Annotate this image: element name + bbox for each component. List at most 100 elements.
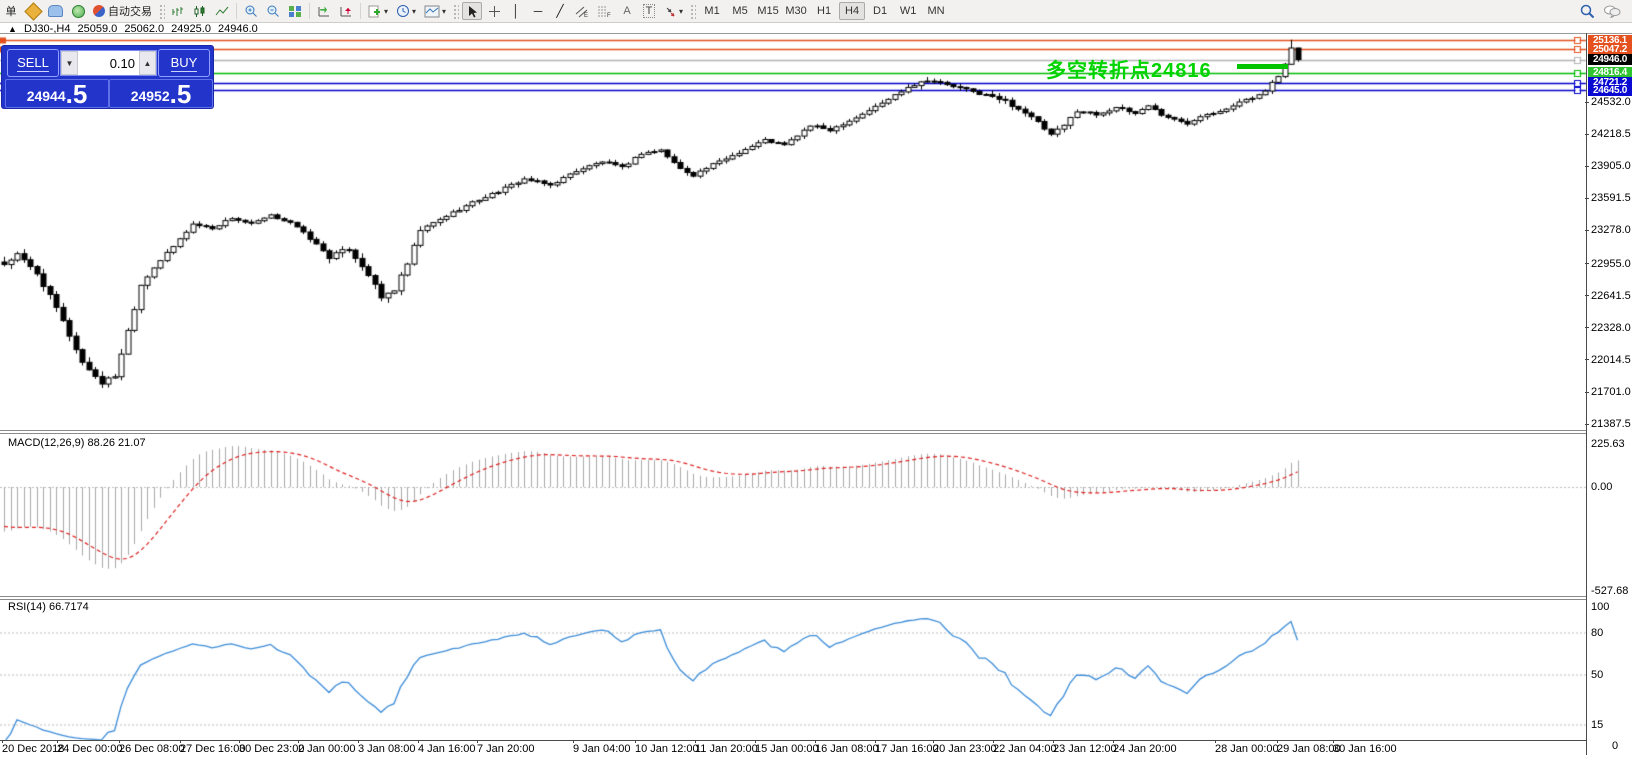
new-order-button[interactable]: 单 <box>1 2 21 20</box>
tile-windows-button[interactable] <box>285 2 305 20</box>
timeframe-button-m30[interactable]: M30 <box>783 2 809 20</box>
timeframe-button-h4[interactable]: H4 <box>839 2 866 20</box>
signals-button[interactable] <box>68 2 88 20</box>
toolbar-grip2[interactable] <box>452 3 460 19</box>
time-axis-label: 4 Jan 16:00 <box>418 743 476 755</box>
periods-caret-icon: ▾ <box>412 6 417 16</box>
price-tick-label: 22641.5 <box>1591 289 1631 302</box>
volume-up-icon: ▲ <box>143 58 152 68</box>
text-tool-button[interactable]: A <box>617 2 637 20</box>
channel-button[interactable]: E <box>572 2 592 20</box>
bid-quote-button[interactable]: 24944.5 <box>5 79 109 108</box>
time-tick-mark <box>1277 740 1278 743</box>
price-line-label: 24645.0 <box>1588 84 1632 96</box>
price-tick-label: 23278.0 <box>1591 224 1631 237</box>
chart-top-border <box>0 33 1632 34</box>
price-tick-label: 24218.5 <box>1591 128 1631 141</box>
trendline-button[interactable]: ╱ <box>550 2 570 20</box>
line-chart-button[interactable] <box>212 2 232 20</box>
chart-shift-button[interactable] <box>336 2 356 20</box>
price-axis-line <box>1586 33 1587 755</box>
volume-spinner: ▼ ▲ <box>60 50 157 76</box>
tile-windows-icon <box>289 5 301 17</box>
buy-button[interactable]: BUY <box>158 49 210 77</box>
candlestick-button[interactable] <box>190 2 210 20</box>
time-axis-label: 22 Jan 04:00 <box>993 743 1057 755</box>
time-axis-label: 15 Jan 00:00 <box>755 743 819 755</box>
label-tool-button[interactable]: T <box>639 2 659 20</box>
svg-text:F: F <box>607 13 611 18</box>
arrows-tool-button[interactable]: ▾ <box>661 2 686 20</box>
trendline-icon: ╱ <box>556 4 564 18</box>
timeframe-button-m5[interactable]: M5 <box>727 2 753 20</box>
time-tick-mark <box>1215 740 1216 743</box>
sell-button[interactable]: SELL <box>7 49 59 77</box>
time-axis-label: 26 Dec 08:00 <box>119 743 185 755</box>
bar-chart-icon <box>172 6 183 16</box>
toolbar: 单 自动交易 ▾ ▾ ▾ │ ─ ╱ E F A T ▾ M1 M5 M15 M30 H… <box>0 0 1632 23</box>
time-tick-mark <box>180 740 181 743</box>
chat-icon <box>1604 5 1621 18</box>
autotrading-button[interactable]: 自动交易 <box>90 2 155 20</box>
indicators-add-icon <box>368 5 380 17</box>
zoom-out-button[interactable] <box>263 2 283 20</box>
text-tool-icon: A <box>623 5 631 17</box>
timeframe-button-d1[interactable]: D1 <box>867 2 893 20</box>
time-tick-mark <box>1053 740 1054 743</box>
indicators-caret-icon: ▾ <box>384 6 389 16</box>
news-button[interactable] <box>45 2 66 20</box>
svg-text:E: E <box>584 13 588 18</box>
chart-canvas[interactable] <box>0 0 1632 763</box>
timeframe-button-m1[interactable]: M1 <box>699 2 725 20</box>
annotation-text[interactable]: 多空转折点24816 <box>1046 54 1212 83</box>
ask-quote-button[interactable]: 24952.5 <box>109 79 213 108</box>
news-icon <box>48 5 63 17</box>
horizontal-line-button[interactable]: ─ <box>528 2 548 20</box>
time-axis-label: 2 Jan 00:00 <box>298 743 356 755</box>
indicators-button[interactable]: ▾ <box>365 2 391 20</box>
vertical-line-button[interactable]: │ <box>506 2 526 20</box>
time-tick-mark <box>1333 740 1334 743</box>
volume-input[interactable] <box>78 51 139 75</box>
macd-pane-separator[interactable] <box>0 430 1586 434</box>
time-axis-label: 9 Jan 04:00 <box>573 743 631 755</box>
chat-button[interactable] <box>1600 2 1624 20</box>
zoom-in-button[interactable] <box>241 2 261 20</box>
timeframe-button-w1[interactable]: W1 <box>895 2 921 20</box>
arrows-caret-icon: ▾ <box>679 6 684 16</box>
timeframe-button-mn[interactable]: MN <box>923 2 949 20</box>
timeframe-button-h1[interactable]: H1 <box>811 2 837 20</box>
price-tick-label: 22955.0 <box>1591 257 1631 270</box>
time-tick-mark <box>815 740 816 743</box>
time-tick-mark <box>358 740 359 743</box>
candlestick-icon <box>194 5 205 17</box>
macd-tick-label: 225.63 <box>1591 438 1625 450</box>
toolbar-grip[interactable] <box>158 3 165 19</box>
templates-button[interactable]: ▾ <box>421 2 449 20</box>
toolbar-grip3[interactable] <box>689 3 697 19</box>
time-axis-label: 30 Jan 16:00 <box>1333 743 1397 755</box>
volume-decrease-button[interactable]: ▼ <box>61 51 78 75</box>
annotation-line-segment[interactable] <box>1237 64 1288 69</box>
fibonacci-icon: F <box>598 6 611 18</box>
rsi-zero-label: 0 <box>1612 740 1619 752</box>
mql5-button[interactable] <box>23 1 43 21</box>
time-tick-mark <box>239 740 240 743</box>
bar-chart-button[interactable] <box>168 2 188 20</box>
volume-increase-button[interactable]: ▲ <box>139 51 156 75</box>
time-axis-label: 29 Jan 08:00 <box>1277 743 1341 755</box>
periods-button[interactable]: ▾ <box>393 2 419 20</box>
auto-scroll-button[interactable] <box>314 2 334 20</box>
time-tick-mark <box>2 740 3 743</box>
time-axis-label: 30 Dec 23:00 <box>239 743 305 755</box>
cursor-icon <box>468 5 477 17</box>
cursor-button[interactable] <box>462 2 483 20</box>
volume-down-icon: ▼ <box>65 58 74 68</box>
search-button[interactable] <box>1577 2 1598 20</box>
time-axis-label: 17 Jan 16:00 <box>875 743 939 755</box>
crosshair-button[interactable] <box>484 2 504 20</box>
time-tick-mark <box>695 740 696 743</box>
rsi-pane-separator[interactable] <box>0 596 1586 600</box>
fibonacci-button[interactable]: F <box>594 2 615 20</box>
timeframe-button-m15[interactable]: M15 <box>755 2 781 20</box>
